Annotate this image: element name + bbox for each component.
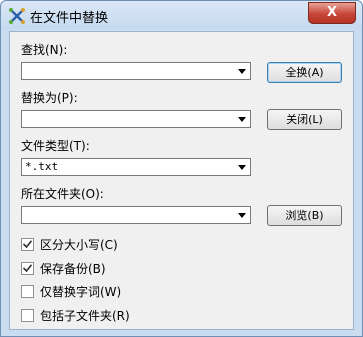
replace-label: 替换为(P):: [21, 91, 78, 105]
dialog-window: 在文件中替换 X 查找(N): 全换(A) 替换为(P): 关闭(L) 文件类型…: [0, 0, 363, 337]
close-window-button[interactable]: X: [308, 2, 356, 24]
filetype-value: *.txt: [25, 160, 59, 173]
title-bar[interactable]: 在文件中替换 X: [1, 1, 362, 29]
whole-word-checkbox[interactable]: [21, 284, 34, 298]
close-button[interactable]: 关闭(L): [267, 109, 342, 130]
folder-combobox[interactable]: [21, 206, 251, 224]
option-whole-word[interactable]: 仅替换字词(W): [21, 283, 121, 299]
find-combobox[interactable]: [21, 62, 251, 80]
replace-all-button[interactable]: 全换(A): [267, 62, 342, 83]
option-save-backup[interactable]: 保存备份(B): [21, 260, 106, 276]
replace-combobox[interactable]: [21, 110, 251, 128]
save-backup-label: 保存备份(B): [40, 261, 106, 276]
subfolders-checkbox[interactable]: [21, 308, 34, 322]
match-case-checkbox[interactable]: [21, 237, 34, 251]
filetype-label: 文件类型(T):: [21, 139, 90, 153]
filetype-combobox[interactable]: *.txt: [21, 158, 251, 176]
filetype-dropdown-arrow-icon[interactable]: [234, 159, 250, 175]
window-title: 在文件中替换: [30, 11, 109, 26]
browse-button[interactable]: 浏览(B): [267, 205, 342, 226]
replace-dropdown-arrow-icon[interactable]: [234, 111, 250, 127]
dialog-content: 查找(N): 全换(A) 替换为(P): 关闭(L) 文件类型(T): *.tx…: [9, 31, 354, 330]
option-match-case[interactable]: 区分大小写(C): [21, 236, 118, 252]
app-icon: [9, 8, 25, 24]
match-case-label: 区分大小写(C): [40, 237, 118, 252]
whole-word-label: 仅替换字词(W): [40, 284, 122, 299]
save-backup-checkbox[interactable]: [21, 261, 34, 275]
find-dropdown-arrow-icon[interactable]: [234, 63, 250, 79]
folder-label: 所在文件夹(O):: [21, 187, 104, 201]
find-label: 查找(N):: [21, 43, 68, 57]
option-subfolders[interactable]: 包括子文件夹(R): [21, 307, 130, 323]
subfolders-label: 包括子文件夹(R): [40, 308, 130, 323]
folder-dropdown-arrow-icon[interactable]: [234, 207, 250, 223]
